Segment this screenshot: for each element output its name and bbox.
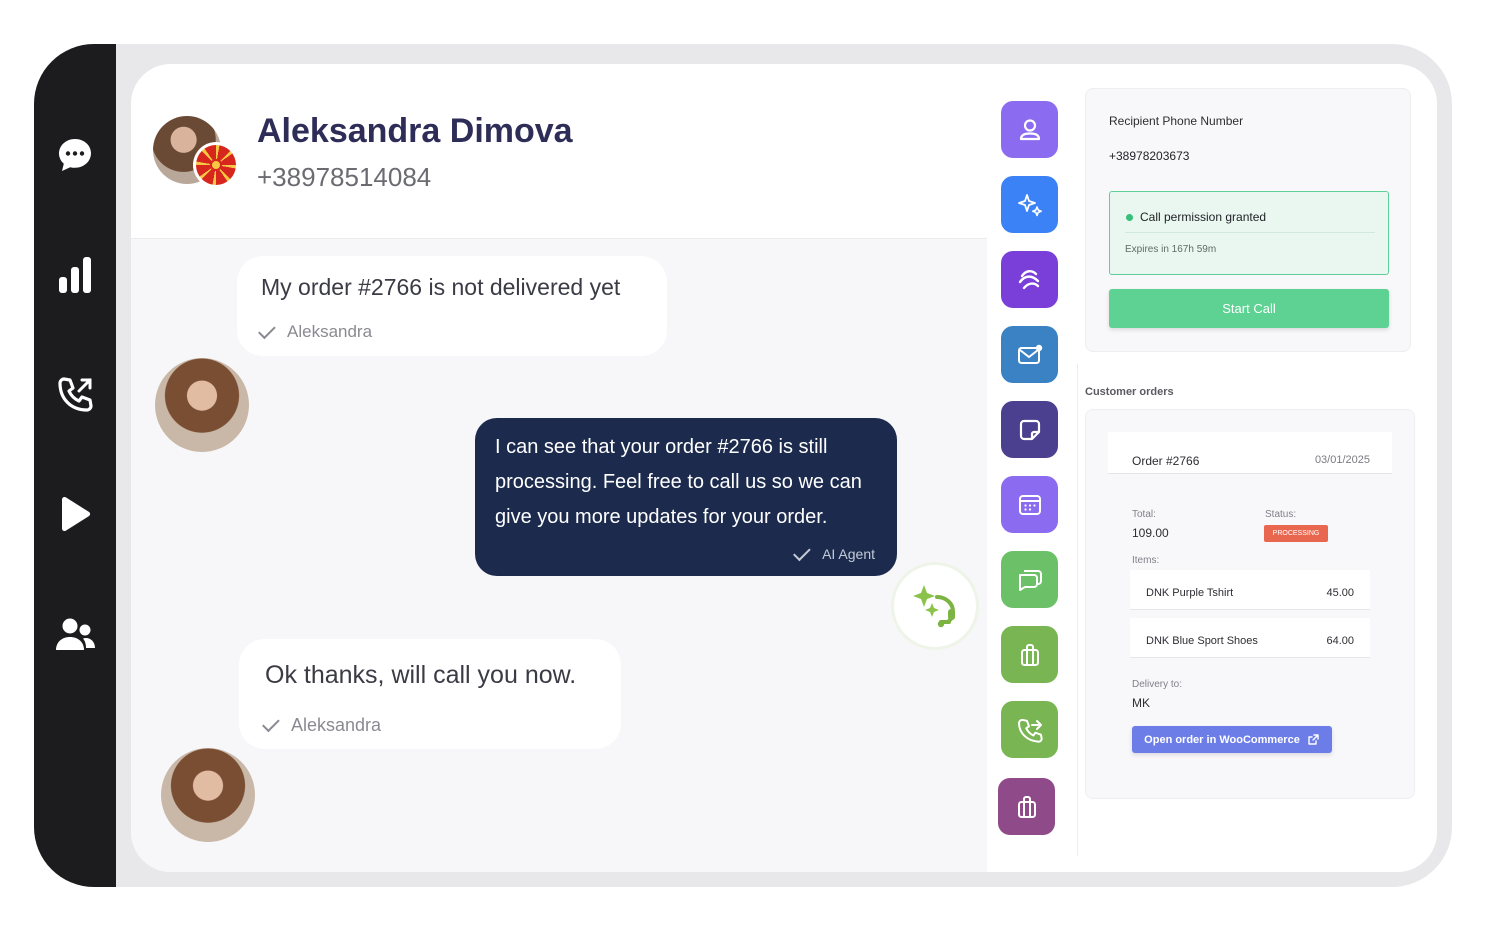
external-link-icon (1308, 734, 1319, 745)
order-id: Order #2766 (1132, 454, 1200, 468)
message-incoming: My order #2766 is not delivered yet Alek… (237, 256, 667, 356)
bar-chart-icon[interactable] (52, 252, 98, 298)
details-panel: Recipient Phone Number +38978203673 Call… (1077, 64, 1437, 872)
start-call-button[interactable]: Start Call (1109, 289, 1389, 328)
sparkles-icon (1017, 193, 1042, 216)
call-card: Recipient Phone Number +38978203673 Call… (1085, 88, 1411, 352)
user-app-button[interactable] (1001, 101, 1058, 158)
calendar-app-button[interactable] (1001, 476, 1058, 533)
stripe-icon (1018, 269, 1039, 289)
chat-bubble-icon[interactable] (52, 132, 98, 178)
message-sender: AI Agent (822, 546, 875, 562)
gift-icon (1020, 643, 1039, 666)
gift-icon (1017, 795, 1036, 818)
ai-assist-app-button[interactable] (1001, 176, 1058, 233)
chat-panel: Aleksandra Dimova +38978514084 My order … (131, 64, 987, 872)
orders-title: Customer orders (1085, 386, 1174, 398)
phone-forward-icon (1017, 718, 1043, 743)
message-meta: AI Agent (793, 543, 875, 562)
item-price: 64.00 (1326, 635, 1354, 647)
open-woocommerce-button[interactable]: Open order in WooCommerce (1132, 726, 1332, 753)
chat-icon (1018, 569, 1042, 591)
recipient-label: Recipient Phone Number (1109, 114, 1244, 128)
permission-status: Call permission granted (1140, 210, 1267, 224)
mail-app-button[interactable] (1001, 326, 1058, 383)
divider (1077, 364, 1078, 856)
ai-agent-icon (891, 562, 979, 650)
order-item: DNK Blue Sport Shoes 64.00 (1130, 618, 1370, 658)
message-text: Ok thanks, will call you now. (265, 661, 577, 689)
message-sender: Aleksandra (291, 715, 382, 735)
sticky-note-icon (1019, 419, 1040, 440)
order-card: Order #2766 03/01/2025 Total: 109.00 Sta… (1085, 409, 1415, 799)
item-name: DNK Purple Tshirt (1146, 587, 1234, 599)
check-icon (793, 543, 811, 561)
message-sender: Aleksandra (287, 322, 373, 341)
phone-outgoing-icon[interactable] (52, 372, 98, 418)
check-icon (258, 321, 276, 339)
item-name: DNK Blue Sport Shoes (1146, 635, 1258, 647)
message-meta: Aleksandra (262, 714, 382, 736)
delivery-label: Delivery to: (1132, 679, 1183, 690)
status-badge: PROCESSING (1264, 525, 1328, 542)
play-icon[interactable] (52, 492, 98, 538)
item-price: 45.00 (1326, 587, 1354, 599)
users-icon[interactable] (52, 612, 98, 658)
user-icon (1019, 118, 1040, 140)
total-value: 109.00 (1132, 526, 1169, 540)
gift-alt-app-button[interactable] (998, 778, 1055, 835)
message-outgoing: I can see that your order #2766 is still… (475, 418, 897, 576)
gift-app-button[interactable] (1001, 626, 1058, 683)
chat-header: Aleksandra Dimova +38978514084 (131, 64, 987, 239)
message-meta: Aleksandra (258, 321, 373, 342)
order-item: DNK Purple Tshirt 45.00 (1130, 570, 1370, 610)
contact-phone: +38978514084 (257, 162, 432, 192)
macedonia-flag-icon (193, 142, 239, 188)
phone-forward-app-button[interactable] (1001, 701, 1058, 758)
message-text: My order #2766 is not delivered yet (261, 274, 621, 300)
stripe-app-button[interactable] (1001, 251, 1058, 308)
left-nav-rail (34, 44, 116, 887)
message-text: I can see that your order #2766 is still… (495, 436, 862, 528)
mail-icon (1017, 344, 1042, 364)
divider (1125, 232, 1375, 233)
recipient-phone: +38978203673 (1109, 149, 1190, 163)
sender-avatar (161, 748, 255, 842)
status-label: Status: (1265, 509, 1297, 520)
total-label: Total: (1132, 509, 1156, 520)
device-frame: Aleksandra Dimova +38978514084 My order … (34, 44, 1452, 887)
order-date: 03/01/2025 (1314, 454, 1370, 466)
order-header[interactable]: Order #2766 03/01/2025 (1108, 432, 1392, 474)
items-label: Items: (1132, 555, 1160, 566)
delivery-value: MK (1132, 696, 1150, 710)
check-icon (262, 714, 280, 733)
status-dot-icon (1126, 214, 1133, 221)
contact-name: Aleksandra Dimova (257, 112, 573, 150)
permission-expiry: Expires in 167h 59m (1125, 244, 1217, 255)
notes-app-button[interactable] (1001, 401, 1058, 458)
app-strip (987, 64, 1077, 872)
woo-button-label: Open order in WooCommerce (1144, 733, 1300, 746)
message-incoming: Ok thanks, will call you now. Aleksandra (239, 639, 621, 749)
chat-app-button[interactable] (1001, 551, 1058, 608)
calendar-icon (1018, 494, 1041, 515)
sender-avatar (155, 358, 249, 452)
app-screen: Aleksandra Dimova +38978514084 My order … (131, 64, 1437, 872)
call-permission-box: Call permission granted Expires in 167h … (1109, 191, 1389, 275)
